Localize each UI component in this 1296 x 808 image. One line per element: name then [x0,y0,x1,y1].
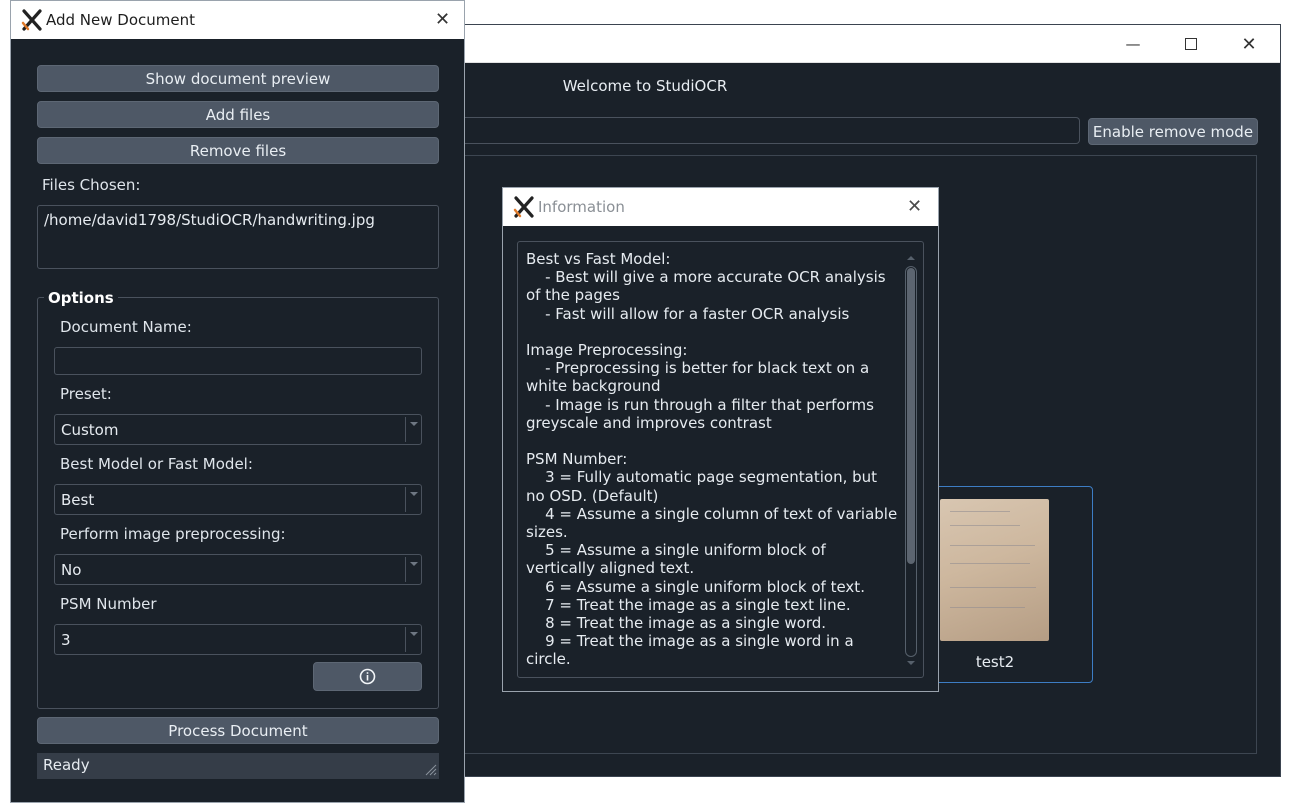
options-title: Options [44,289,118,307]
close-icon[interactable]: ✕ [435,9,450,30]
files-list[interactable]: /home/david1798/StudiOCR/handwriting.jpg [37,205,439,269]
remove-files-button[interactable]: Remove files [37,137,439,164]
chevron-down-icon [410,562,418,566]
psm-label: PSM Number [60,595,157,613]
scroll-down-icon[interactable] [906,659,916,667]
file-item[interactable]: /home/david1798/StudiOCR/handwriting.jpg [44,211,375,229]
chevron-down-icon [410,422,418,426]
maximize-icon[interactable] [1168,31,1214,57]
information-title: Information [538,198,625,216]
preset-select[interactable]: Custom [54,414,422,445]
information-titlebar: Information ✕ [503,188,938,226]
app-logo-icon [21,9,42,31]
psm-value: 3 [61,631,71,649]
resize-grip-icon[interactable] [423,762,437,776]
document-name-label: Document Name: [60,318,192,336]
main-titlebar: — ✕ [465,25,1280,63]
information-dialog: Information ✕ Best vs Fast Model: - Best… [502,187,939,692]
add-document-dialog: Add New Document ✕ Show document preview… [10,0,465,803]
document-name-input[interactable] [54,347,422,375]
document-thumbnail [940,499,1049,641]
enable-remove-mode-button[interactable]: Enable remove mode [1088,118,1258,145]
information-text-area[interactable]: Best vs Fast Model: - Best will give a m… [517,241,924,678]
status-bar: Ready [37,753,439,779]
options-group: Options Document Name: Preset: Custom Be… [37,289,439,709]
preset-value: Custom [61,421,119,439]
psm-select[interactable]: 3 [54,624,422,655]
document-card[interactable]: test2 [933,486,1093,683]
preset-label: Preset: [60,385,112,403]
process-document-button[interactable]: Process Document [37,717,439,744]
close-icon[interactable]: ✕ [907,196,922,217]
document-name: test2 [975,653,1015,671]
scrollbar[interactable] [905,254,917,671]
add-document-titlebar: Add New Document ✕ [11,1,464,39]
model-label: Best Model or Fast Model: [60,455,253,473]
info-button[interactable] [313,662,422,691]
close-icon[interactable]: ✕ [1226,31,1272,57]
preprocess-select[interactable]: No [54,554,422,585]
preprocess-value: No [61,561,82,579]
show-preview-button[interactable]: Show document preview [37,65,439,92]
info-icon [359,668,376,685]
welcome-heading: Welcome to StudiOCR [562,77,728,95]
add-document-title: Add New Document [46,11,196,29]
files-chosen-label: Files Chosen: [42,176,141,194]
scrollbar-thumb[interactable] [907,268,915,564]
add-files-button[interactable]: Add files [37,101,439,128]
chevron-down-icon [410,632,418,636]
model-value: Best [61,491,95,509]
search-input[interactable] [461,117,1080,144]
information-text: Best vs Fast Model: - Best will give a m… [526,250,898,669]
model-select[interactable]: Best [54,484,422,515]
scroll-up-icon[interactable] [906,254,916,262]
app-logo-icon [513,196,534,218]
preprocess-label: Perform image preprocessing: [60,525,286,543]
chevron-down-icon [410,492,418,496]
minimize-icon[interactable]: — [1110,31,1156,57]
